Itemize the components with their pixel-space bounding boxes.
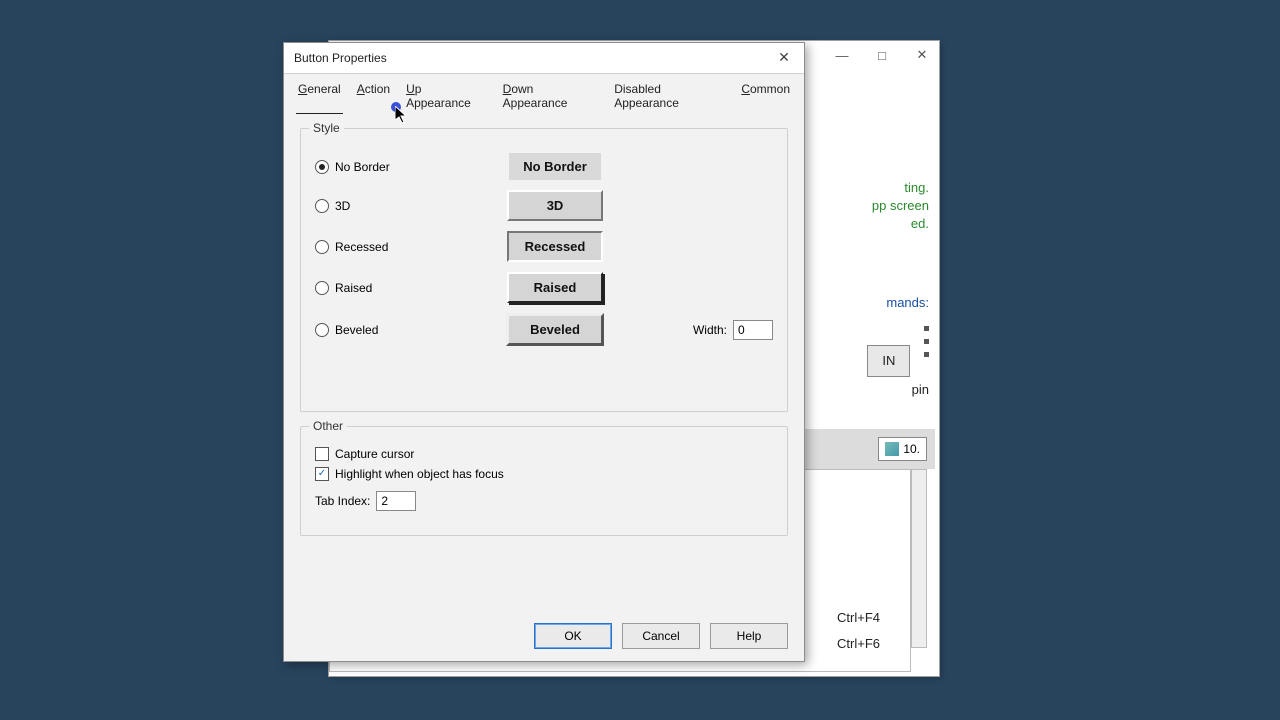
selection-handles (924, 318, 929, 365)
parent-tab-label: 10. (903, 442, 920, 456)
dialog-tabs: General Action Up Appearance Down Appear… (284, 74, 804, 114)
dialog-title: Button Properties (294, 51, 387, 65)
tab-action[interactable]: Action (355, 80, 392, 114)
other-group: Other Capture cursor ✓ Highlight when ob… (300, 426, 788, 536)
tab-down-appearance[interactable]: Down Appearance (501, 80, 601, 114)
close-button[interactable]: ✕ (909, 45, 935, 65)
help-button[interactable]: Help (710, 623, 788, 649)
preview-recessed: Recessed (507, 231, 603, 262)
style-group: Style No Border No Border 3D 3D Recess (300, 128, 788, 412)
dialog-titlebar[interactable]: Button Properties ✕ (284, 43, 804, 74)
width-label: Width: (693, 323, 727, 337)
minimize-button[interactable]: — (829, 45, 855, 65)
dialog-content: Style No Border No Border 3D 3D Recess (284, 114, 804, 556)
preview-beveled: Beveled (506, 313, 604, 346)
radio-no-border[interactable] (315, 160, 329, 174)
radio-label: No Border (335, 160, 390, 174)
scrollbar[interactable] (911, 469, 927, 648)
image-icon (885, 442, 899, 456)
radio-raised[interactable] (315, 281, 329, 295)
tab-common[interactable]: Common (739, 80, 792, 114)
preview-3d: 3D (507, 190, 603, 221)
cancel-button[interactable]: Cancel (622, 623, 700, 649)
preview-raised: Raised (507, 272, 603, 303)
radio-label: Raised (335, 281, 372, 295)
radio-label: 3D (335, 199, 350, 213)
tab-up-appearance[interactable]: Up Appearance (404, 80, 489, 114)
shortcut-label: Ctrl+F6 (837, 631, 880, 657)
other-legend: Other (309, 419, 347, 433)
parent-shortcuts: Ctrl+F4 Ctrl+F6 (837, 605, 880, 657)
tab-general[interactable]: General (296, 80, 343, 114)
radio-label: Beveled (335, 323, 378, 337)
close-icon[interactable]: ✕ (770, 47, 798, 67)
checkbox-capture-cursor[interactable] (315, 447, 329, 461)
parent-tab[interactable]: 10. (878, 437, 927, 461)
width-input[interactable] (733, 320, 773, 340)
preview-no-border: No Border (509, 153, 601, 180)
checkbox-label: Capture cursor (335, 447, 414, 461)
checkbox-highlight-focus[interactable]: ✓ (315, 467, 329, 481)
shortcut-label: Ctrl+F4 (837, 605, 880, 631)
radio-label: Recessed (335, 240, 388, 254)
dialog-button-row: OK Cancel Help (534, 623, 788, 649)
radio-recessed[interactable] (315, 240, 329, 254)
radio-3d[interactable] (315, 199, 329, 213)
login-button[interactable]: IN (867, 345, 910, 377)
style-legend: Style (309, 121, 344, 135)
ok-button[interactable]: OK (534, 623, 612, 649)
button-properties-dialog: Button Properties ✕ General Action Up Ap… (283, 42, 805, 662)
tab-disabled-appearance[interactable]: Disabled Appearance (612, 80, 727, 114)
checkbox-label: Highlight when object has focus (335, 467, 504, 481)
tabindex-label: Tab Index: (315, 494, 370, 508)
maximize-button[interactable]: □ (869, 45, 895, 65)
tabindex-input[interactable] (376, 491, 416, 511)
radio-beveled[interactable] (315, 323, 329, 337)
